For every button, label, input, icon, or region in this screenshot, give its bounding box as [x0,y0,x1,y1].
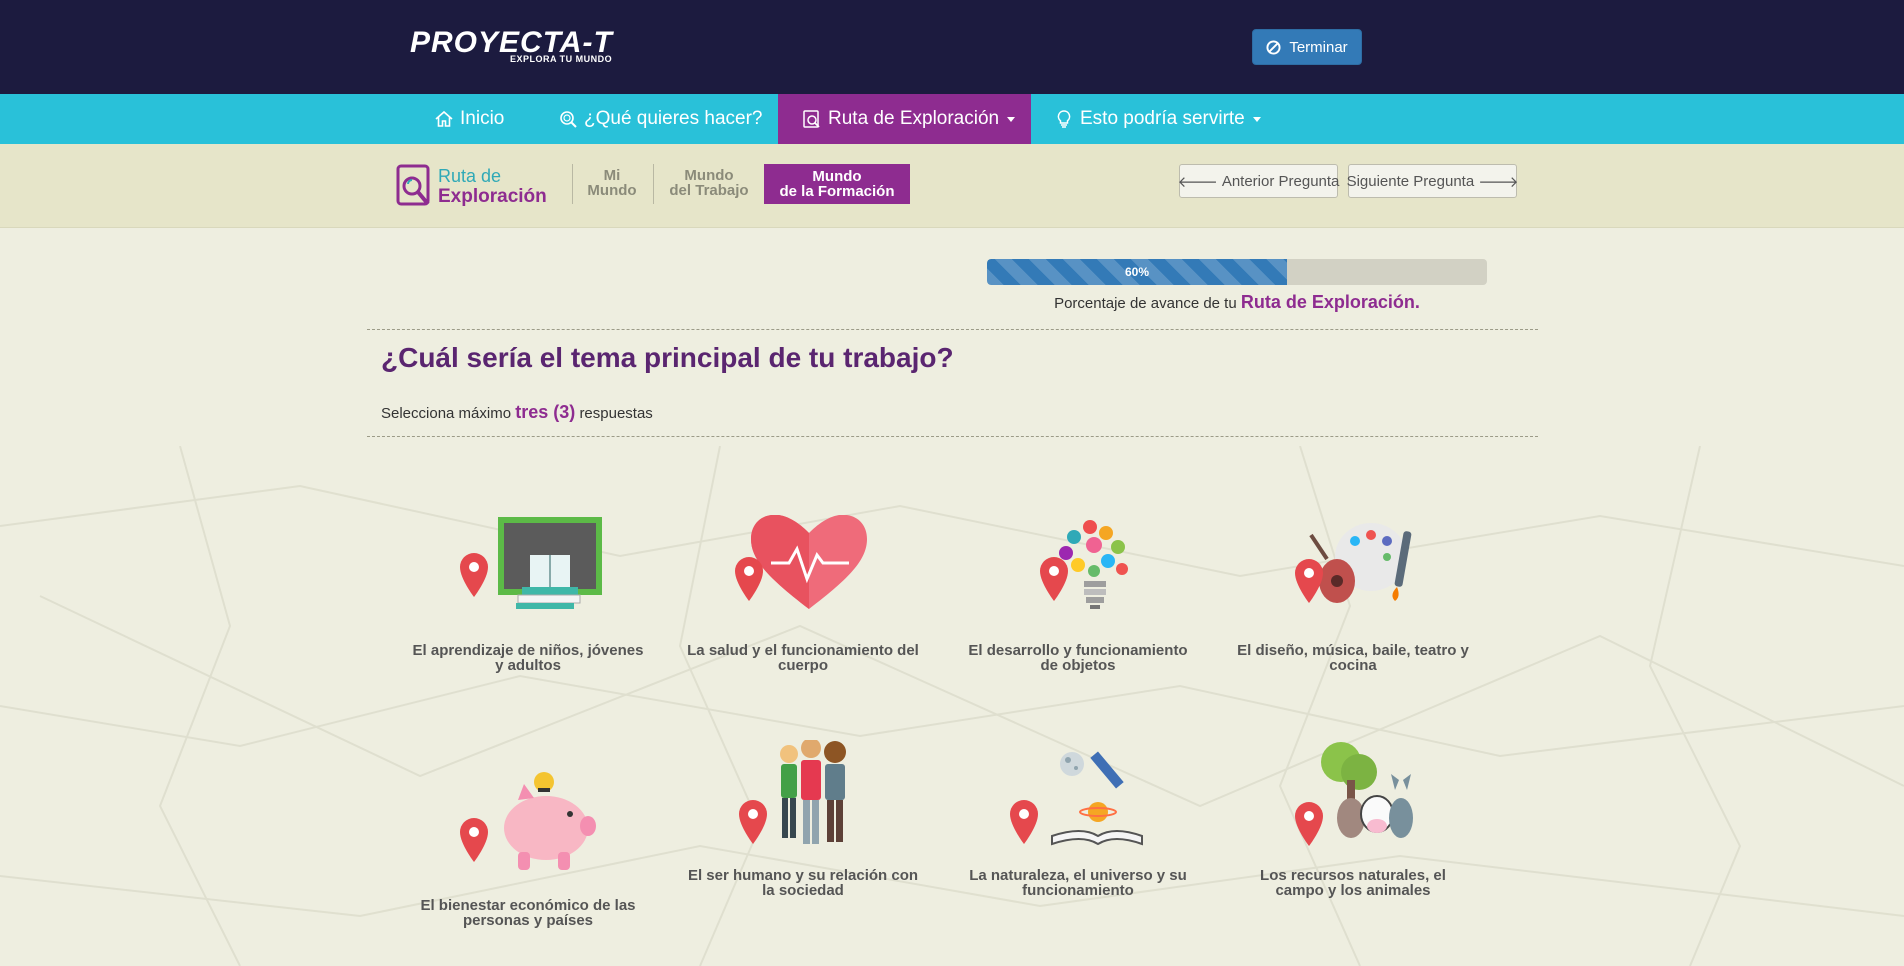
background-map-texture [0,446,1904,966]
option-recursos-naturales[interactable]: Los recursos naturales, el campo y los a… [1235,740,1471,940]
option-label: El desarrollo y funcionamiento de objeto… [968,642,1188,674]
anterior-label: Anterior Pregunta [1221,172,1340,190]
ban-icon [1266,39,1281,55]
progress-caption: Porcentaje de avance de tu Ruta de Explo… [987,292,1487,313]
tab-line1: Mundo [812,168,862,185]
nav-item-esto-podria-servirte[interactable]: Esto podría servirte [1054,94,1261,144]
exploration-subheader: Ruta de Exploración Mi Mundo Mundo del T… [0,144,1904,228]
home-icon [435,110,453,127]
nav-item-label: Esto podría servirte [1080,108,1245,129]
piggy-bank-icon [460,772,596,870]
option-label: El bienestar económico de las personas y… [420,897,636,929]
option-salud[interactable]: La salud y el funcionamiento del cuerpo [685,515,921,715]
progress-fill: 60% [987,259,1287,285]
tab-line1: Mundo [684,167,734,184]
search-icon [560,111,577,128]
dashed-divider [367,329,1538,330]
siguiente-label: Siguiente Pregunta [1346,172,1475,190]
option-diseno[interactable]: El diseño, música, baile, teatro y cocin… [1235,515,1471,715]
farm-animals-icon [1295,742,1413,846]
lightbulb-icon [1057,110,1071,128]
progress-bar: 60% [987,259,1487,285]
tab-mi-mundo[interactable]: Mi Mundo [582,168,642,198]
option-ser-humano[interactable]: El ser humano y su relación con la socie… [685,740,921,940]
lightbulb-gears-icon [1040,520,1128,609]
ruta-logo-line2: Exploración [438,186,547,207]
option-label: El ser humano y su relación con la socie… [687,867,919,899]
terminar-label: Terminar [1289,38,1348,56]
tab-line1: Mi [603,167,621,184]
option-naturaleza[interactable]: La naturaleza, el universo y su funciona… [960,740,1196,940]
tab-mundo-del-trabajo[interactable]: Mundo del Trabajo [662,168,756,198]
option-label: La salud y el funcionamiento del cuerpo [687,642,919,674]
ruta-logo-line1: Ruta de [438,166,502,186]
progress-caption-prefix: Porcentaje de avance de tu [1054,295,1237,312]
question-title: ¿Cuál sería el tema principal de tu trab… [381,342,954,373]
progress-caption-emph: Ruta de Exploración. [1240,292,1420,312]
progress-label: 60% [1124,265,1150,279]
tab-mundo-de-la-formacion[interactable]: Mundo de la Formación [764,164,910,204]
terminar-button[interactable]: Terminar [1252,29,1362,65]
instr-suffix: respuestas [579,405,653,422]
option-aprendizaje[interactable]: El aprendizaje de niños, jóvenes y adult… [410,515,646,715]
heart-icon [735,515,867,609]
option-label: El aprendizaje de niños, jóvenes y adult… [412,642,644,674]
arrow-left-icon: 🡐 [1177,173,1218,191]
instr-prefix: Selecciona máximo [381,405,512,422]
exploration-document-icon [396,164,430,206]
divider [653,164,654,204]
nav-item-label: ¿Qué quieres hacer? [584,108,763,129]
instr-emph: tres (3) [515,402,576,422]
divider [572,164,573,204]
universe-icon [1010,751,1143,846]
education-icon [460,517,602,609]
option-label: La naturaleza, el universo y su funciona… [969,867,1187,899]
people-icon [739,740,846,844]
tab-line2: de la Formación [779,183,895,200]
arrow-right-icon: 🡒 [1478,173,1519,191]
ruta-exploracion-logo: Ruta de Exploración [396,164,556,210]
nav-item-que-quieres-hacer[interactable]: ¿Qué quieres hacer? [558,94,763,144]
option-label: El diseño, música, baile, teatro y cocin… [1237,642,1469,674]
tab-line2: del Trabajo [669,182,749,199]
nav-item-ruta-de-exploracion[interactable]: Ruta de Exploración [778,94,1031,144]
nav-item-label: Inicio [460,108,505,129]
option-objetos[interactable]: El desarrollo y funcionamiento de objeto… [960,515,1196,715]
option-bienestar[interactable]: El bienestar económico de las personas y… [410,770,646,966]
main-nav: Inicio ¿Qué quieres hacer? Ruta de Explo… [0,94,1904,144]
option-label: Los recursos naturales, el campo y los a… [1260,867,1446,899]
nav-item-inicio[interactable]: Inicio [434,94,504,144]
caret-down-icon [1007,116,1016,122]
tab-line2: Mundo [587,182,637,199]
siguiente-pregunta-button[interactable]: Siguiente Pregunta 🡒 [1346,164,1519,198]
proyecta-t-logo[interactable]: PROYECTA-T EXPLORA TU MUNDO [410,28,632,65]
nav-item-label: Ruta de Exploración [828,108,1000,129]
caret-down-icon [1252,116,1261,122]
dashed-divider [367,436,1538,437]
top-header: PROYECTA-T EXPLORA TU MUNDO Terminar [0,0,1904,94]
question-instructions: Selecciona máximo tres (3) respuestas [381,402,653,423]
arts-icon [1295,523,1412,603]
exploration-icon [803,110,820,128]
anterior-pregunta-button[interactable]: 🡐 Anterior Pregunta [1177,164,1340,198]
logo-tagline: EXPLORA TU MUNDO [510,54,613,64]
